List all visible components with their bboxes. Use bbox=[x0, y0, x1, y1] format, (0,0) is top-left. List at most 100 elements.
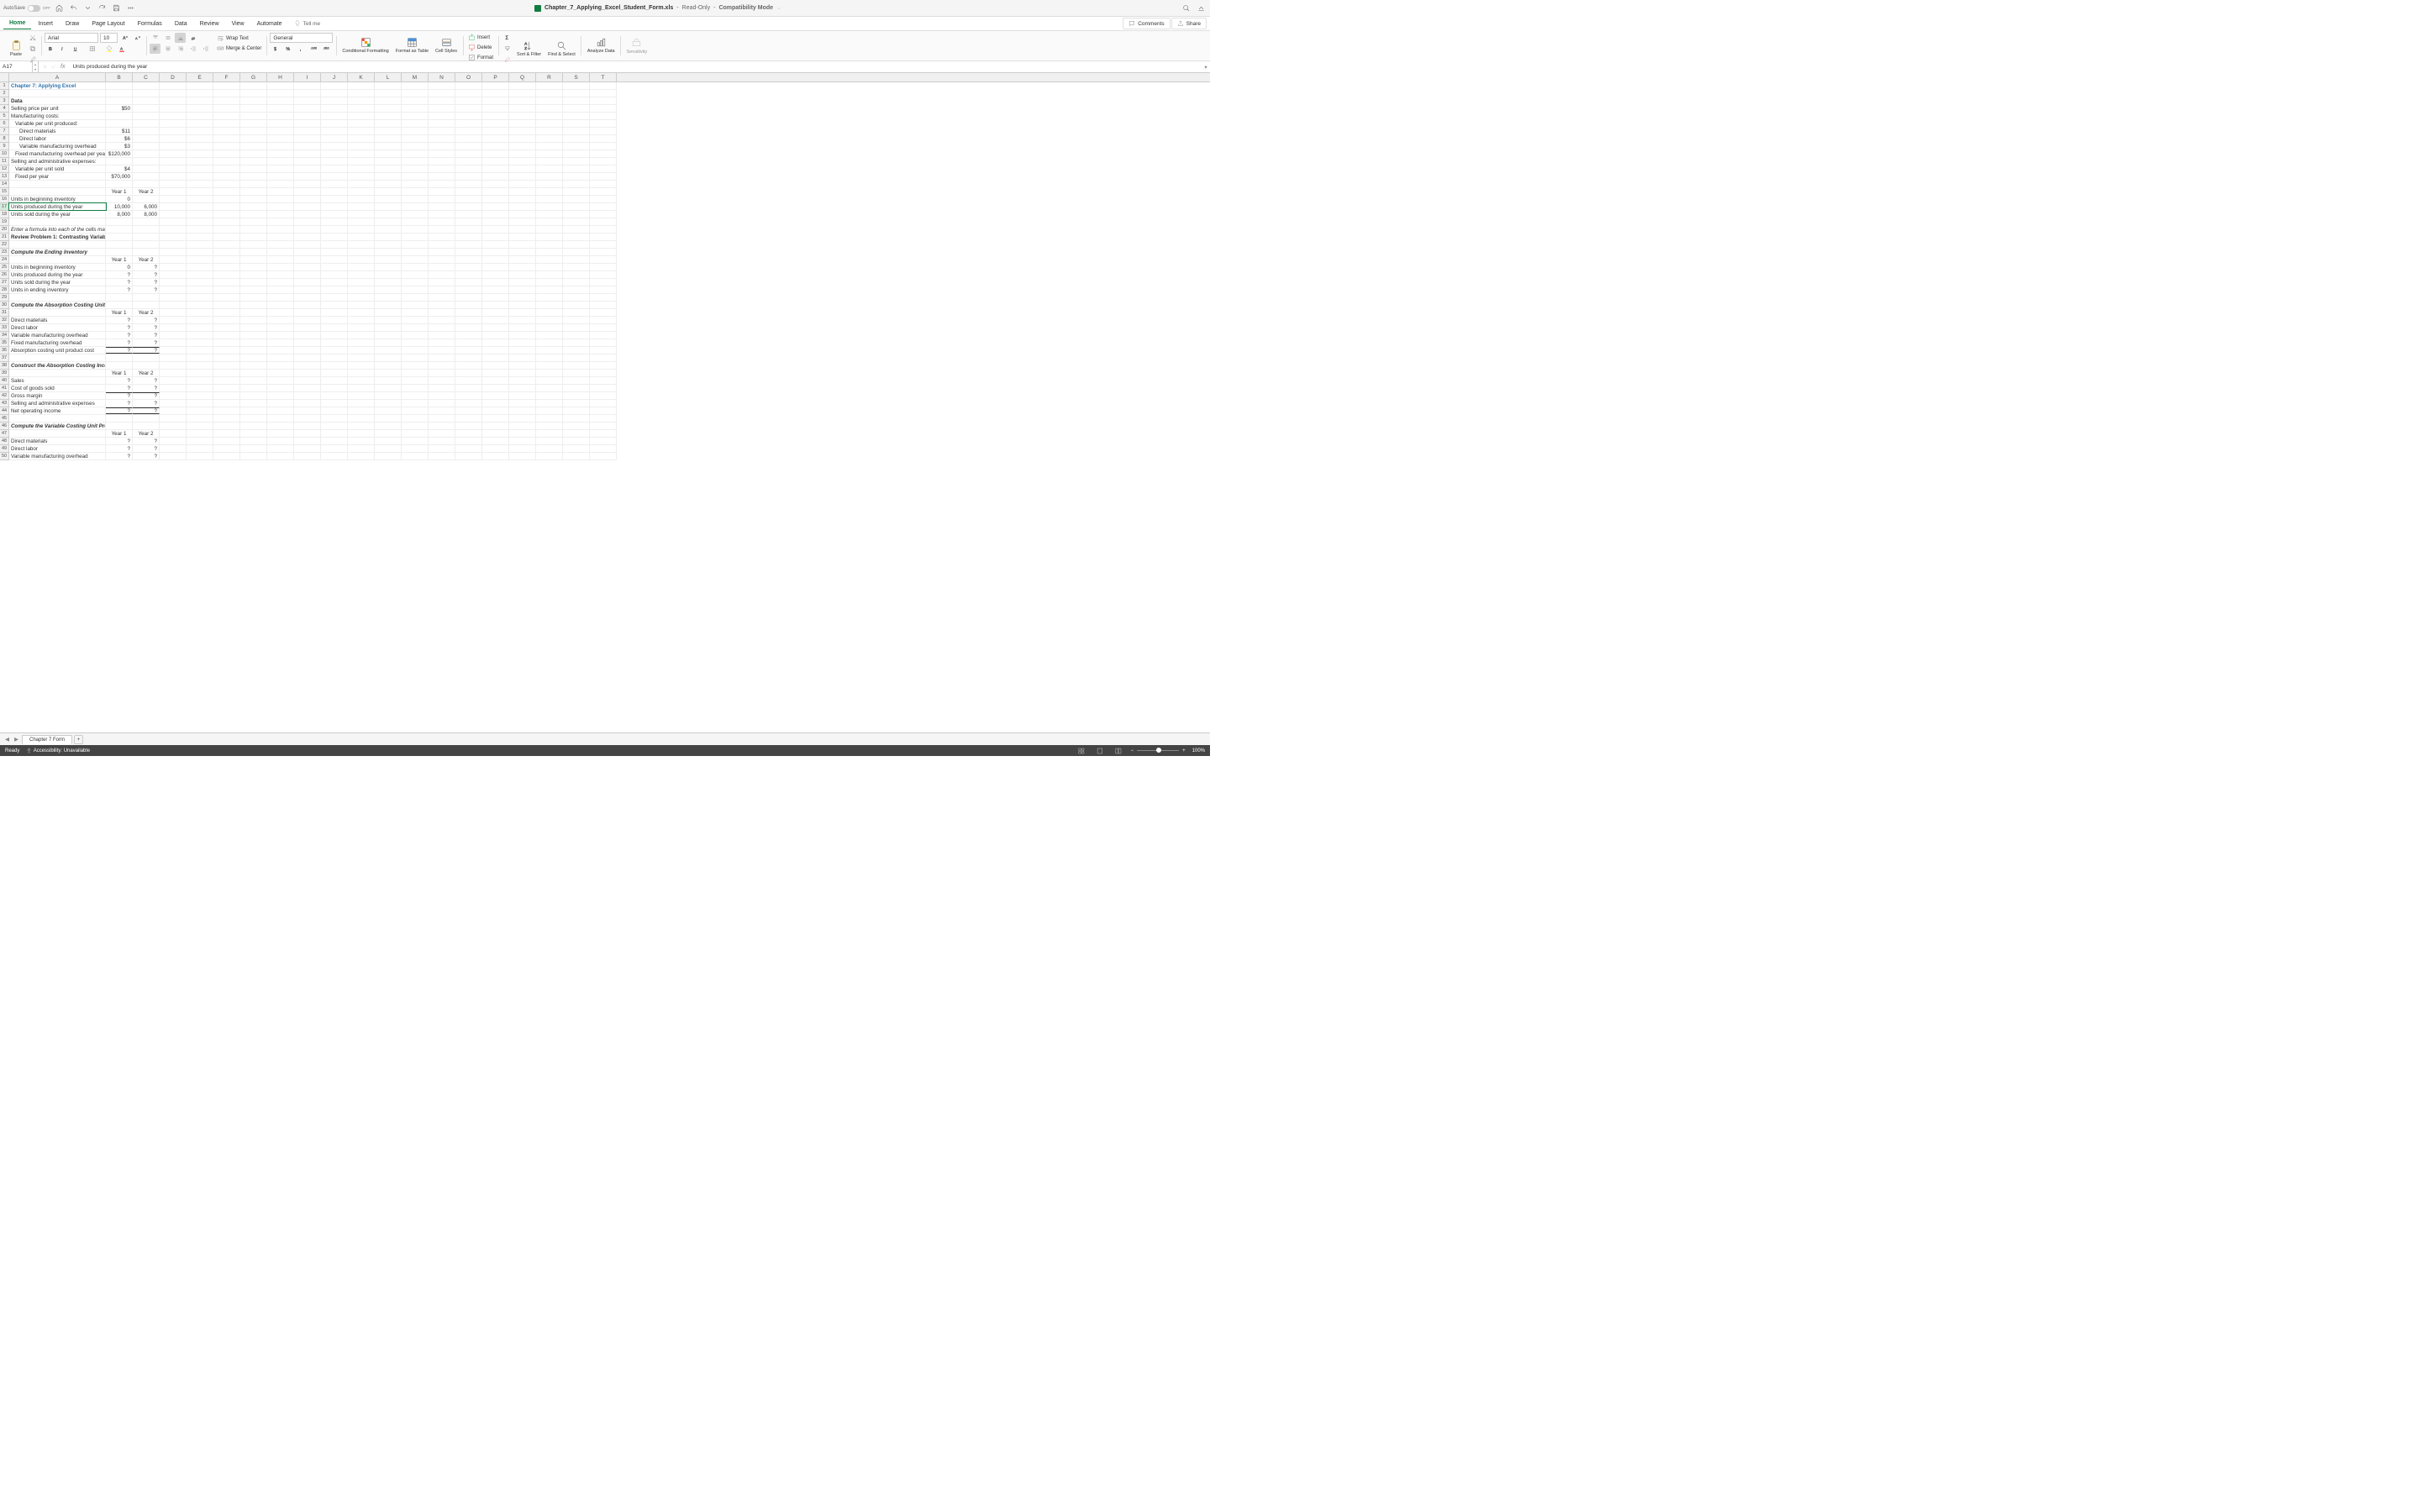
cell-S32[interactable] bbox=[563, 317, 590, 323]
cell-B40[interactable]: ? bbox=[106, 377, 133, 384]
cell-F12[interactable] bbox=[213, 165, 240, 172]
col-header-J[interactable]: J bbox=[321, 73, 348, 81]
row-header-16[interactable]: 16 bbox=[0, 196, 8, 203]
cell-L33[interactable] bbox=[375, 324, 402, 331]
cell-C10[interactable] bbox=[133, 150, 160, 157]
cell-B34[interactable]: ? bbox=[106, 332, 133, 339]
cell-T50[interactable] bbox=[590, 453, 617, 459]
cell-O27[interactable] bbox=[455, 279, 482, 286]
cell-F43[interactable] bbox=[213, 400, 240, 407]
cell-M24[interactable] bbox=[402, 256, 429, 263]
cell-B38[interactable] bbox=[106, 362, 133, 369]
cell-H26[interactable] bbox=[267, 271, 294, 278]
cell-T7[interactable] bbox=[590, 128, 617, 134]
cell-S6[interactable] bbox=[563, 120, 590, 127]
col-header-F[interactable]: F bbox=[213, 73, 240, 81]
cell-B11[interactable] bbox=[106, 158, 133, 165]
cell-O22[interactable] bbox=[455, 241, 482, 248]
cell-J33[interactable] bbox=[321, 324, 348, 331]
cell-K18[interactable] bbox=[348, 211, 375, 218]
cell-A35[interactable]: Fixed manufacturing overhead bbox=[9, 339, 106, 346]
cell-T24[interactable] bbox=[590, 256, 617, 263]
cell-O4[interactable] bbox=[455, 105, 482, 112]
accounting-format-button[interactable]: $ bbox=[270, 44, 281, 54]
cell-O37[interactable] bbox=[455, 354, 482, 361]
cell-R29[interactable] bbox=[536, 294, 563, 301]
tab-formulas[interactable]: Formulas bbox=[132, 18, 168, 29]
cell-C18[interactable]: 8,000 bbox=[133, 211, 160, 218]
home-icon[interactable] bbox=[53, 3, 65, 14]
cell-Q47[interactable] bbox=[509, 430, 536, 437]
cell-S42[interactable] bbox=[563, 392, 590, 399]
row-header-43[interactable]: 43 bbox=[0, 400, 8, 407]
cell-F41[interactable] bbox=[213, 385, 240, 391]
cell-C48[interactable]: ? bbox=[133, 438, 160, 444]
cell-G47[interactable] bbox=[240, 430, 267, 437]
cell-O28[interactable] bbox=[455, 286, 482, 293]
row-header-3[interactable]: 3 bbox=[0, 97, 8, 105]
format-cells-button[interactable]: Format bbox=[466, 53, 495, 62]
cell-E28[interactable] bbox=[187, 286, 213, 293]
cell-A9[interactable]: Variable manufacturing overhead bbox=[9, 143, 106, 150]
cell-H48[interactable] bbox=[267, 438, 294, 444]
col-header-T[interactable]: T bbox=[590, 73, 617, 81]
cell-O30[interactable] bbox=[455, 302, 482, 308]
cell-O46[interactable] bbox=[455, 423, 482, 429]
cell-S24[interactable] bbox=[563, 256, 590, 263]
row-header-24[interactable]: 24 bbox=[0, 256, 8, 264]
cell-G4[interactable] bbox=[240, 105, 267, 112]
cell-Q45[interactable] bbox=[509, 415, 536, 422]
cell-Q40[interactable] bbox=[509, 377, 536, 384]
conditional-formatting-button[interactable]: Conditional Formatting bbox=[339, 33, 391, 59]
cell-B20[interactable] bbox=[106, 226, 133, 233]
cell-J27[interactable] bbox=[321, 279, 348, 286]
cell-J40[interactable] bbox=[321, 377, 348, 384]
cell-Q18[interactable] bbox=[509, 211, 536, 218]
cell-T40[interactable] bbox=[590, 377, 617, 384]
cell-D43[interactable] bbox=[160, 400, 187, 407]
cell-J47[interactable] bbox=[321, 430, 348, 437]
cell-B7[interactable]: $11 bbox=[106, 128, 133, 134]
cell-E25[interactable] bbox=[187, 264, 213, 270]
cell-I1[interactable] bbox=[294, 82, 321, 89]
cell-L22[interactable] bbox=[375, 241, 402, 248]
cell-N13[interactable] bbox=[429, 173, 455, 180]
cell-E4[interactable] bbox=[187, 105, 213, 112]
cell-C38[interactable] bbox=[133, 362, 160, 369]
col-header-G[interactable]: G bbox=[240, 73, 267, 81]
cell-D21[interactable] bbox=[160, 234, 187, 240]
cell-A4[interactable]: Selling price per unit bbox=[9, 105, 106, 112]
cell-J31[interactable] bbox=[321, 309, 348, 316]
cell-Q22[interactable] bbox=[509, 241, 536, 248]
cell-O9[interactable] bbox=[455, 143, 482, 150]
cell-M50[interactable] bbox=[402, 453, 429, 459]
cell-C41[interactable]: ? bbox=[133, 385, 160, 391]
cell-G20[interactable] bbox=[240, 226, 267, 233]
cell-Q49[interactable] bbox=[509, 445, 536, 452]
cell-M5[interactable] bbox=[402, 113, 429, 119]
cell-F2[interactable] bbox=[213, 90, 240, 97]
cell-O18[interactable] bbox=[455, 211, 482, 218]
cell-R43[interactable] bbox=[536, 400, 563, 407]
cell-C22[interactable] bbox=[133, 241, 160, 248]
cell-M43[interactable] bbox=[402, 400, 429, 407]
cell-P33[interactable] bbox=[482, 324, 509, 331]
cell-G2[interactable] bbox=[240, 90, 267, 97]
cell-S49[interactable] bbox=[563, 445, 590, 452]
cell-Q24[interactable] bbox=[509, 256, 536, 263]
cell-N30[interactable] bbox=[429, 302, 455, 308]
cell-L23[interactable] bbox=[375, 249, 402, 255]
cell-B19[interactable] bbox=[106, 218, 133, 225]
cell-O3[interactable] bbox=[455, 97, 482, 104]
cell-M7[interactable] bbox=[402, 128, 429, 134]
cell-G49[interactable] bbox=[240, 445, 267, 452]
cell-S26[interactable] bbox=[563, 271, 590, 278]
cell-P19[interactable] bbox=[482, 218, 509, 225]
cell-L10[interactable] bbox=[375, 150, 402, 157]
cell-H10[interactable] bbox=[267, 150, 294, 157]
tab-review[interactable]: Review bbox=[194, 18, 225, 29]
cell-R8[interactable] bbox=[536, 135, 563, 142]
cell-E40[interactable] bbox=[187, 377, 213, 384]
cell-T26[interactable] bbox=[590, 271, 617, 278]
cell-H17[interactable] bbox=[267, 203, 294, 210]
